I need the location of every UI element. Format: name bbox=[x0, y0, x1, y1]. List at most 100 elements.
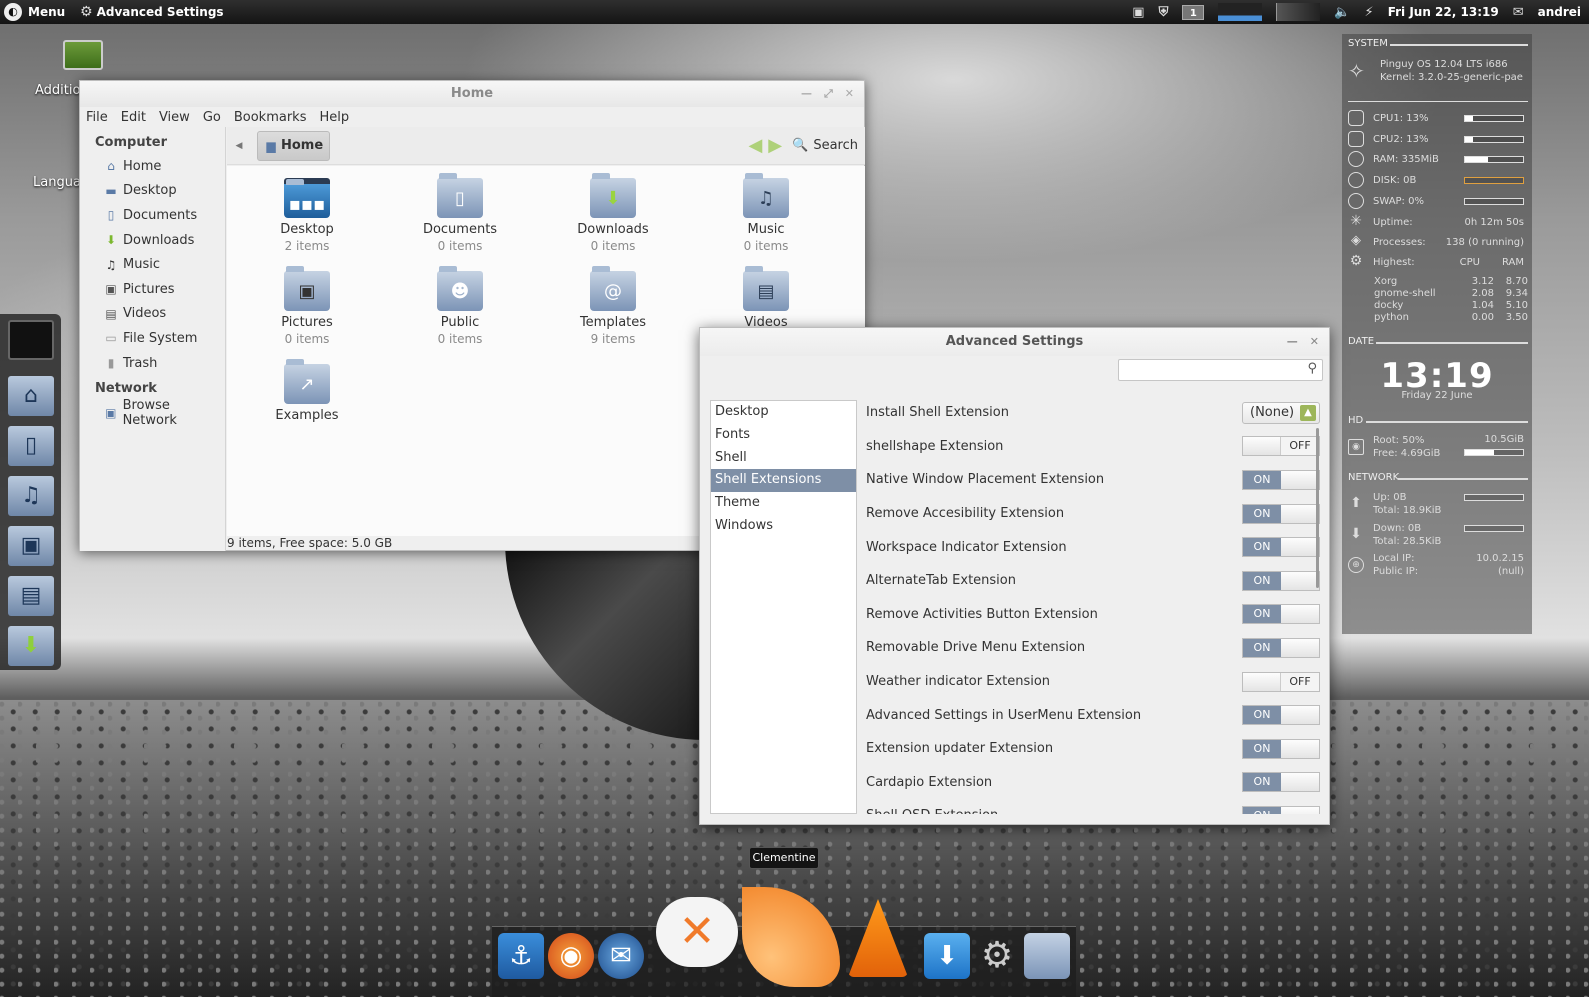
menu-bookmarks[interactable]: Bookmarks bbox=[234, 110, 307, 125]
extension-toggle[interactable]: ON bbox=[1242, 705, 1320, 726]
menu-button[interactable]: ◐ Menu bbox=[0, 3, 80, 21]
conky-date: Friday 22 June bbox=[1401, 390, 1473, 401]
file-count: 2 items bbox=[284, 239, 330, 253]
list-scrollbar[interactable] bbox=[1316, 428, 1319, 588]
extension-toggle[interactable]: ON bbox=[1242, 469, 1320, 490]
volume-icon[interactable]: 🔈 bbox=[1334, 5, 1350, 20]
file-item-templates[interactable]: @ Templates 9 items bbox=[553, 266, 673, 346]
file-item-videos[interactable]: ▤ Videos bbox=[706, 266, 826, 330]
toggle-state-label: OFF bbox=[1281, 672, 1319, 691]
extension-row: Weather indicator Extension OFF bbox=[866, 665, 1320, 699]
file-name: Documents bbox=[422, 222, 498, 237]
file-item-documents[interactable]: ▯ Documents 0 items bbox=[400, 173, 520, 253]
sidebar-item-pictures[interactable]: ▣ Pictures bbox=[80, 277, 225, 302]
menu-help[interactable]: Help bbox=[319, 110, 349, 125]
window-title: Advanced Settings bbox=[945, 334, 1084, 349]
desktop-icon-additional-drivers[interactable] bbox=[63, 40, 103, 70]
upload-total: Total: 18.9KiB bbox=[1373, 505, 1442, 516]
ram-row: RAM: 335MiB bbox=[1348, 151, 1528, 167]
sidebar-item-trash[interactable]: ▮ Trash bbox=[80, 351, 225, 376]
menu-go[interactable]: Go bbox=[203, 110, 221, 125]
install-extension-chooser[interactable]: (None) ▲ bbox=[1242, 401, 1320, 424]
cpu-graph-icon[interactable] bbox=[1218, 3, 1263, 21]
files-folder-icon[interactable] bbox=[1024, 933, 1070, 979]
extension-toggle[interactable]: ON bbox=[1242, 537, 1320, 558]
search-input[interactable]: ⚲ bbox=[1118, 359, 1323, 381]
process-row: python 0.00 3.50 bbox=[1374, 312, 1528, 324]
anchor-icon[interactable]: ⚓ bbox=[498, 933, 544, 979]
extension-toggle[interactable]: ON bbox=[1242, 772, 1320, 793]
file-item-downloads[interactable]: ⬇ Downloads 0 items bbox=[553, 173, 673, 253]
sidebar-item-desktop[interactable]: ▬ Desktop bbox=[80, 179, 225, 204]
documents-folder-icon[interactable]: ▯ bbox=[8, 426, 54, 466]
close-icon[interactable]: ✕ bbox=[1310, 328, 1319, 356]
category-fonts[interactable]: Fonts bbox=[711, 424, 856, 447]
file-item-public[interactable]: ☻ Public 0 items bbox=[400, 266, 520, 346]
category-desktop[interactable]: Desktop bbox=[711, 401, 856, 424]
active-app-title: Advanced Settings bbox=[96, 5, 224, 19]
search-button[interactable]: 🔍 Search bbox=[792, 138, 858, 153]
sidebar-item-browse-network[interactable]: ▣ Browse Network bbox=[80, 398, 225, 428]
menu-view[interactable]: View bbox=[159, 110, 190, 125]
shield-icon[interactable]: ⛨ bbox=[1159, 5, 1169, 20]
xchat-icon[interactable]: ✕ bbox=[656, 897, 738, 967]
sidebar-item-videos[interactable]: ▤ Videos bbox=[80, 302, 225, 327]
disk-icon bbox=[1348, 172, 1364, 188]
minimize-icon[interactable]: — bbox=[1287, 328, 1298, 356]
videos-folder-icon[interactable]: ▤ bbox=[8, 576, 54, 616]
monitor-icon[interactable] bbox=[8, 320, 54, 360]
extension-toggle[interactable]: ON bbox=[1242, 570, 1320, 591]
workspace-indicator[interactable]: 1 bbox=[1182, 4, 1205, 20]
forward-arrow-icon[interactable]: ▶ bbox=[768, 135, 782, 156]
user-menu[interactable]: andrei bbox=[1538, 5, 1581, 19]
breadcrumb-label: Home bbox=[281, 138, 324, 153]
file-item-examples[interactable]: ↗ Examples bbox=[247, 359, 367, 423]
category-windows[interactable]: Windows bbox=[711, 515, 856, 538]
file-name: Desktop bbox=[280, 222, 334, 237]
sidebar-item-music[interactable]: ♫ Music bbox=[80, 252, 225, 277]
extension-toggle[interactable]: OFF bbox=[1242, 671, 1320, 692]
settings-gear-icon[interactable]: ⚙ bbox=[974, 933, 1020, 979]
file-item-music[interactable]: ♫ Music 0 items bbox=[706, 173, 826, 253]
ram-column-header: RAM bbox=[1501, 256, 1524, 268]
firefox-icon[interactable]: ◉ bbox=[548, 933, 594, 979]
breadcrumb-home[interactable]: ▆ Home bbox=[257, 130, 331, 161]
extension-toggle[interactable]: ON bbox=[1242, 637, 1320, 658]
file-manager-titlebar[interactable]: Home — ⤢ ✕ bbox=[80, 81, 864, 107]
category-theme[interactable]: Theme bbox=[711, 492, 856, 515]
conky-monitor: SYSTEM ✧ Pinguy OS 12.04 LTS i686 Kernel… bbox=[1342, 34, 1532, 634]
advanced-settings-titlebar[interactable]: Advanced Settings — ✕ bbox=[700, 328, 1329, 356]
menu-file[interactable]: File bbox=[86, 110, 108, 125]
minimize-icon[interactable]: — bbox=[801, 81, 812, 107]
extension-toggle[interactable]: ON bbox=[1242, 503, 1320, 524]
downloads-folder-icon[interactable]: ⬇ bbox=[8, 626, 54, 666]
file-item-pictures[interactable]: ▣ Pictures 0 items bbox=[247, 266, 367, 346]
category-shell-extensions[interactable]: Shell Extensions bbox=[711, 469, 856, 493]
cpu-column-header: CPU bbox=[1459, 256, 1480, 268]
extension-toggle[interactable]: ON bbox=[1242, 604, 1320, 625]
sidebar-item-file-system[interactable]: ▭ File System bbox=[80, 326, 225, 351]
breadcrumb-left-arrow-icon[interactable]: ◀ bbox=[229, 141, 249, 151]
home-folder-icon[interactable]: ⌂ bbox=[8, 376, 54, 416]
power-icon[interactable]: ⚡ bbox=[1365, 5, 1374, 20]
menu-edit[interactable]: Edit bbox=[121, 110, 146, 125]
file-item-desktop[interactable]: ▪▪▪ Desktop 2 items bbox=[247, 178, 367, 253]
clock[interactable]: Fri Jun 22, 13:19 bbox=[1388, 5, 1499, 19]
thunderbird-icon[interactable]: ✉ bbox=[598, 933, 644, 979]
category-shell[interactable]: Shell bbox=[711, 447, 856, 470]
pictures-folder-icon[interactable]: ▣ bbox=[8, 526, 54, 566]
music-folder-icon[interactable]: ♫ bbox=[8, 476, 54, 516]
extension-toggle[interactable]: OFF bbox=[1242, 436, 1320, 457]
sidebar-item-documents[interactable]: ▯ Documents bbox=[80, 203, 225, 228]
extension-toggle[interactable]: ON bbox=[1242, 738, 1320, 759]
extension-toggle[interactable]: ON bbox=[1242, 805, 1320, 814]
download-manager-icon[interactable]: ⬇ bbox=[924, 933, 970, 979]
net-graph-icon[interactable] bbox=[1276, 3, 1321, 21]
close-icon[interactable]: ✕ bbox=[845, 81, 854, 107]
maximize-icon[interactable]: ⤢ bbox=[824, 81, 833, 107]
sidebar-item-home[interactable]: ⌂ Home bbox=[80, 154, 225, 179]
back-arrow-icon[interactable]: ◀ bbox=[748, 135, 762, 156]
recorder-icon[interactable]: ▣ bbox=[1132, 5, 1144, 20]
sidebar-item-downloads[interactable]: ⬇ Downloads bbox=[80, 228, 225, 253]
active-app-indicator[interactable]: ⚙ Advanced Settings bbox=[80, 4, 224, 20]
